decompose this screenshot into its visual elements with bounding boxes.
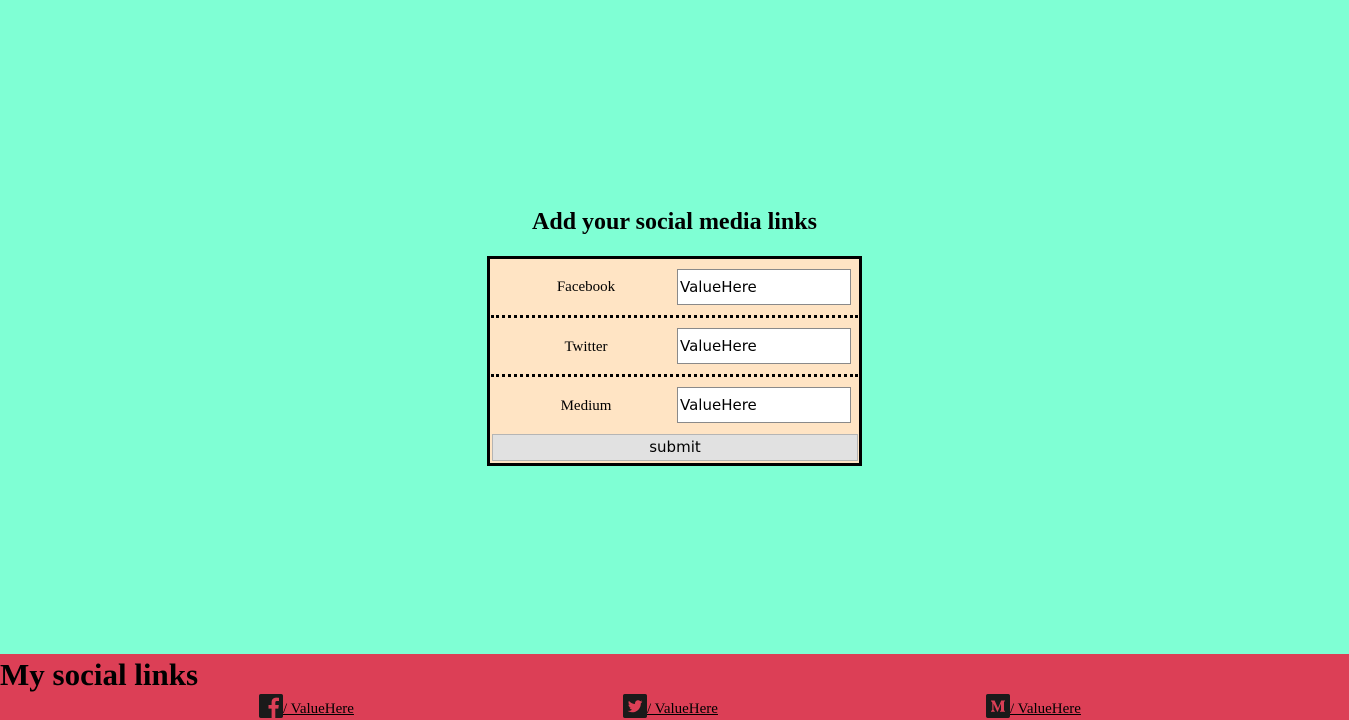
twitter-link-text: / ValueHere xyxy=(647,701,718,717)
medium-input[interactable] xyxy=(677,387,851,423)
twitter-row: Twitter xyxy=(491,318,858,377)
medium-label: Medium xyxy=(560,398,612,414)
medium-link[interactable]: / ValueHere xyxy=(986,692,1081,718)
medium-link-text: / ValueHere xyxy=(1010,701,1081,717)
footer-title: My social links xyxy=(0,657,199,692)
facebook-link-text: / ValueHere xyxy=(283,701,354,717)
twitter-label: Twitter xyxy=(564,339,608,355)
twitter-input[interactable] xyxy=(677,328,851,364)
twitter-link[interactable]: / ValueHere xyxy=(623,692,718,718)
form-title: Add your social media links xyxy=(532,209,817,235)
twitter-icon xyxy=(623,694,647,718)
page: Add your social media links Facebook Twi… xyxy=(0,0,1349,720)
social-links-form: Facebook Twitter Medium submit xyxy=(487,256,862,466)
facebook-icon xyxy=(259,694,283,718)
medium-row: Medium xyxy=(491,377,858,436)
medium-icon xyxy=(986,694,1010,718)
facebook-input[interactable] xyxy=(677,269,851,305)
facebook-label: Facebook xyxy=(556,279,616,295)
facebook-link[interactable]: / ValueHere xyxy=(259,692,354,718)
facebook-row: Facebook xyxy=(491,259,858,318)
footer: My social links / ValueHere / ValueHere xyxy=(0,654,1349,720)
submit-button[interactable]: submit xyxy=(492,434,858,461)
